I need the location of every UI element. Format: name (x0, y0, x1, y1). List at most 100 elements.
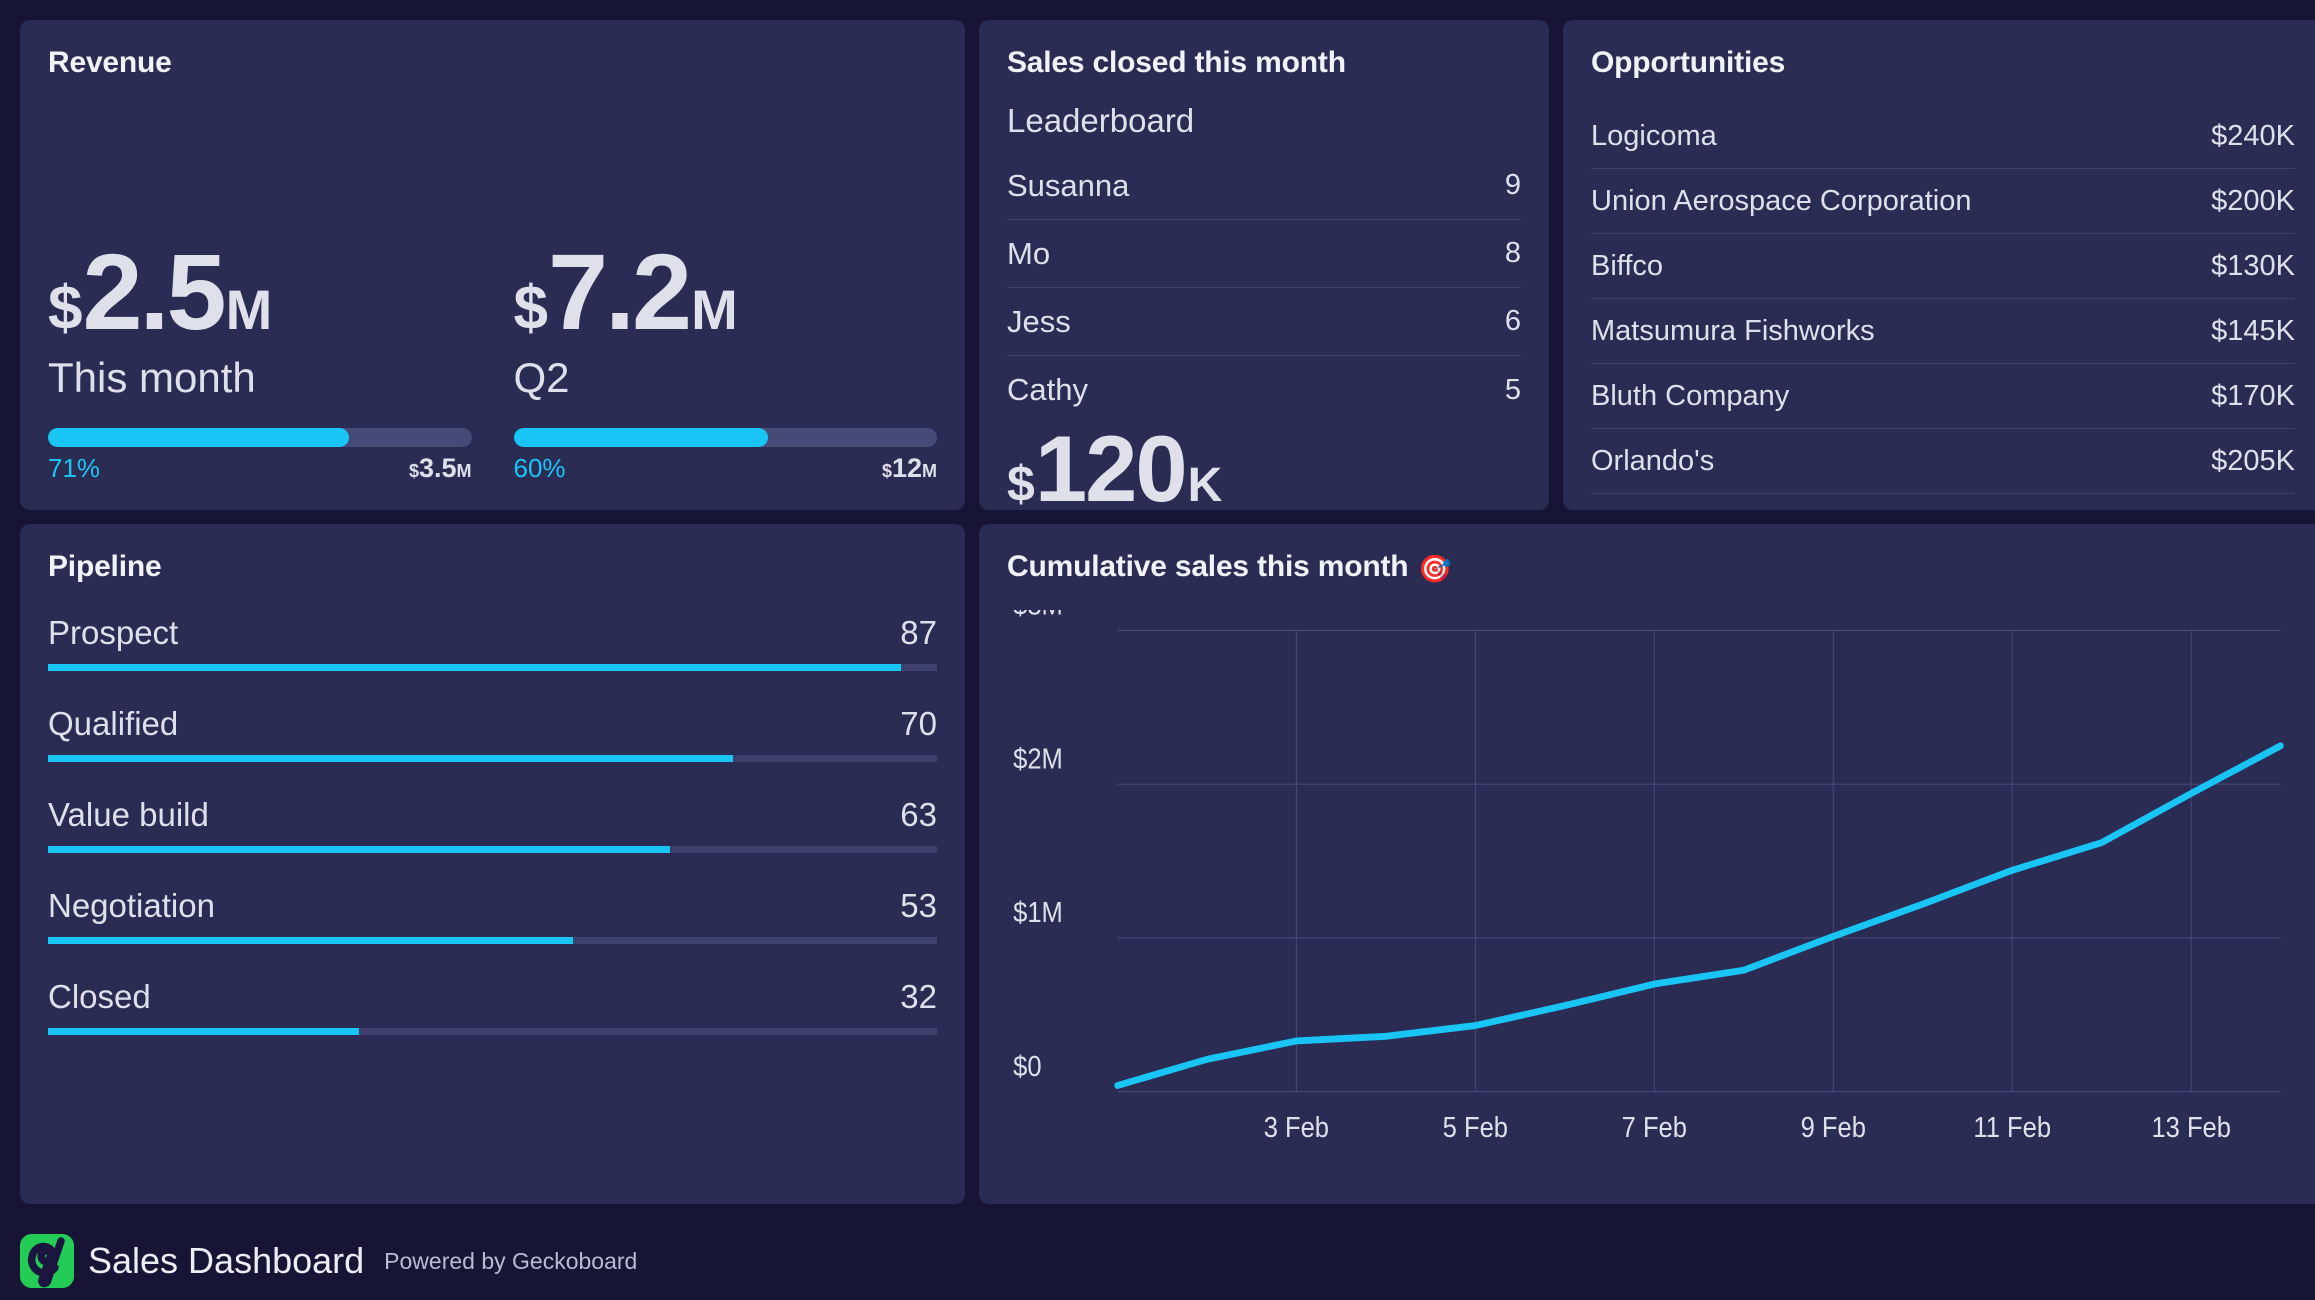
table-row: Union Aerospace Corporation $200K (1591, 169, 2295, 234)
opportunity-name: Biffco (1591, 249, 1664, 282)
goal-currency: $ (881, 461, 892, 481)
cumulative-sales-card: Cumulative sales this month 🎯 $0 $1M $2M $3… (979, 524, 2315, 1204)
pipeline-stage-fill (48, 664, 902, 671)
revenue-progress-track-q2 (513, 428, 937, 447)
opportunity-value: $145K (2211, 314, 2295, 347)
opportunity-name: Matsumura Fishworks (1591, 314, 1875, 347)
svg-text:$0: $0 (1013, 1051, 1041, 1083)
pipeline-stage-row: Prospect 87 (48, 614, 937, 671)
geckoboard-logo-icon (20, 1234, 74, 1288)
pipeline-stage-value: 63 (900, 796, 937, 833)
pipeline-stage-list: Prospect 87 Qualified 70 Value build 63 … (48, 614, 937, 1035)
currency-symbol: $ (48, 274, 83, 344)
revenue-label-this-month: This month (48, 354, 256, 401)
footer: Sales Dashboard Powered by Geckoboard (20, 1234, 637, 1288)
leaderboard-name: Mo (1007, 235, 1051, 271)
line-chart-svg: $0 $1M $2M $3M 3 Feb 5 Feb 7 Feb 9 Feb 11 Feb 13 … (1013, 610, 2284, 1144)
opportunity-value: $130K (2211, 249, 2295, 282)
leaderboard-name: Cathy (1007, 372, 1088, 407)
currency-symbol: $ (513, 274, 548, 344)
goal-value: 12 (891, 453, 922, 483)
svg-text:9 Feb: 9 Feb (1801, 1112, 1866, 1144)
pipeline-stage-value: 87 (900, 614, 937, 651)
table-row: Orlando's $205K (1591, 429, 2295, 494)
metric-suffix: M (691, 278, 738, 342)
svg-text:3 Feb: 3 Feb (1264, 1112, 1329, 1144)
pipeline-stage-fill (48, 937, 573, 944)
leaderboard-row: Mo 8 (1007, 220, 1521, 288)
metric-value: 7.2 (547, 231, 692, 353)
pipeline-stage-name: Negotiation (48, 887, 215, 924)
opportunity-value: $200K (2211, 184, 2295, 217)
sales-closed-title: Sales closed this month (1007, 46, 1346, 79)
opportunity-name: Logicoma (1591, 119, 1717, 152)
dashboard: Revenue $ 2.5 M This month 71% $ 3.5 M $… (0, 0, 2315, 1300)
pipeline-stage-fill (48, 1028, 360, 1035)
leaderboard-list: Susanna 9 Mo 8 Jess 6 Cathy 5 (1007, 152, 1521, 424)
leaderboard-subtitle: Leaderboard (1007, 102, 1195, 139)
revenue-progress-fill-q2 (513, 428, 768, 447)
goal-suffix: M (922, 461, 937, 481)
pipeline-stage-track (48, 664, 937, 671)
svg-text:5 Feb: 5 Feb (1443, 1112, 1508, 1144)
pipeline-stage-header: Prospect 87 (48, 614, 937, 652)
opportunity-value: $170K (2211, 379, 2295, 412)
opportunity-name: Orlando's (1591, 444, 1715, 477)
opportunity-name: Union Aerospace Corporation (1591, 184, 1972, 217)
opportunity-value: $205K (2211, 444, 2295, 477)
pipeline-stage-row: Negotiation 53 (48, 887, 937, 944)
revenue-label-q2: Q2 (513, 354, 570, 401)
cumulative-sales-chart: $0 $1M $2M $3M 3 Feb 5 Feb 7 Feb 9 Feb 11 Feb 13 … (1007, 610, 2295, 1178)
pipeline-stage-header: Negotiation 53 (48, 887, 937, 925)
opportunity-name: Bluth Company (1591, 379, 1790, 412)
footer-title: Sales Dashboard (88, 1240, 365, 1281)
svg-text:13 Feb: 13 Feb (2151, 1112, 2231, 1144)
opportunities-list: Logicoma $240K Union Aerospace Corporati… (1591, 104, 2295, 510)
revenue-metric-q2: $ 7.2 M Q2 60% $ 12 M (513, 231, 938, 484)
opportunity-value: $240K (2211, 119, 2295, 152)
revenue-goal-this-month: $ 3.5 M (409, 453, 472, 484)
svg-text:7 Feb: 7 Feb (1622, 1112, 1687, 1144)
pipeline-stage-row: Value build 63 (48, 796, 937, 853)
pipeline-stage-fill (48, 846, 671, 853)
pipeline-stage-name: Closed (48, 978, 151, 1015)
opportunities-card: Opportunities Logicoma $240K Union Aeros… (1563, 20, 2315, 510)
revenue-value-q2: $ 7.2 M (513, 231, 938, 353)
revenue-value-this-month: $ 2.5 M (48, 231, 472, 353)
revenue-percent-this-month: 71% (48, 453, 101, 483)
opportunities-title: Opportunities (1591, 46, 1786, 79)
pipeline-stage-row: Qualified 70 (48, 705, 937, 762)
pipeline-stage-header: Closed 32 (48, 978, 937, 1016)
pipeline-stage-fill (48, 755, 733, 762)
table-row: Biffco $130K (1591, 234, 2295, 299)
leaderboard-value: 6 (1504, 305, 1521, 337)
cumulative-sales-title: Cumulative sales this month (1007, 550, 1409, 583)
svg-text:$3M: $3M (1013, 610, 1063, 621)
metric-value: 2.5 (82, 231, 226, 353)
pipeline-card: Pipeline Prospect 87 Qualified 70 Value … (20, 524, 965, 1204)
goal-suffix: M (456, 461, 472, 481)
table-row: Vapid Motors $250K (1591, 494, 2295, 510)
pipeline-stage-track (48, 755, 937, 762)
footer-powered-by: Powered by Geckoboard (384, 1247, 638, 1274)
table-row: Logicoma $240K (1591, 104, 2295, 169)
target-icon: 🎯 (1418, 553, 1452, 584)
revenue-progress-track-this-month (48, 428, 472, 447)
deal-suffix: K (1187, 459, 1223, 510)
leaderboard-value: 5 (1504, 373, 1521, 406)
revenue-card: Revenue $ 2.5 M This month 71% $ 3.5 M $… (20, 20, 965, 510)
leaderboard-name: Susanna (1007, 167, 1130, 203)
goal-currency: $ (408, 461, 419, 481)
pipeline-stage-name: Value build (48, 796, 209, 833)
deal-amount: 120 (1034, 416, 1188, 510)
revenue-progress-footer-this-month: 71% $ 3.5 M (48, 453, 472, 484)
table-row: Bluth Company $170K (1591, 364, 2295, 429)
goal-value: 3.5 (418, 453, 457, 483)
pipeline-stage-track (48, 937, 937, 944)
leaderboard-value: 9 (1504, 169, 1521, 201)
pipeline-stage-value: 70 (900, 705, 937, 742)
revenue-metric-this-month: $ 2.5 M This month 71% $ 3.5 M (48, 231, 472, 484)
svg-text:11 Feb: 11 Feb (1973, 1112, 2051, 1144)
revenue-goal-q2: $ 12 M (882, 453, 937, 484)
revenue-progress-fill-this-month (48, 428, 349, 447)
